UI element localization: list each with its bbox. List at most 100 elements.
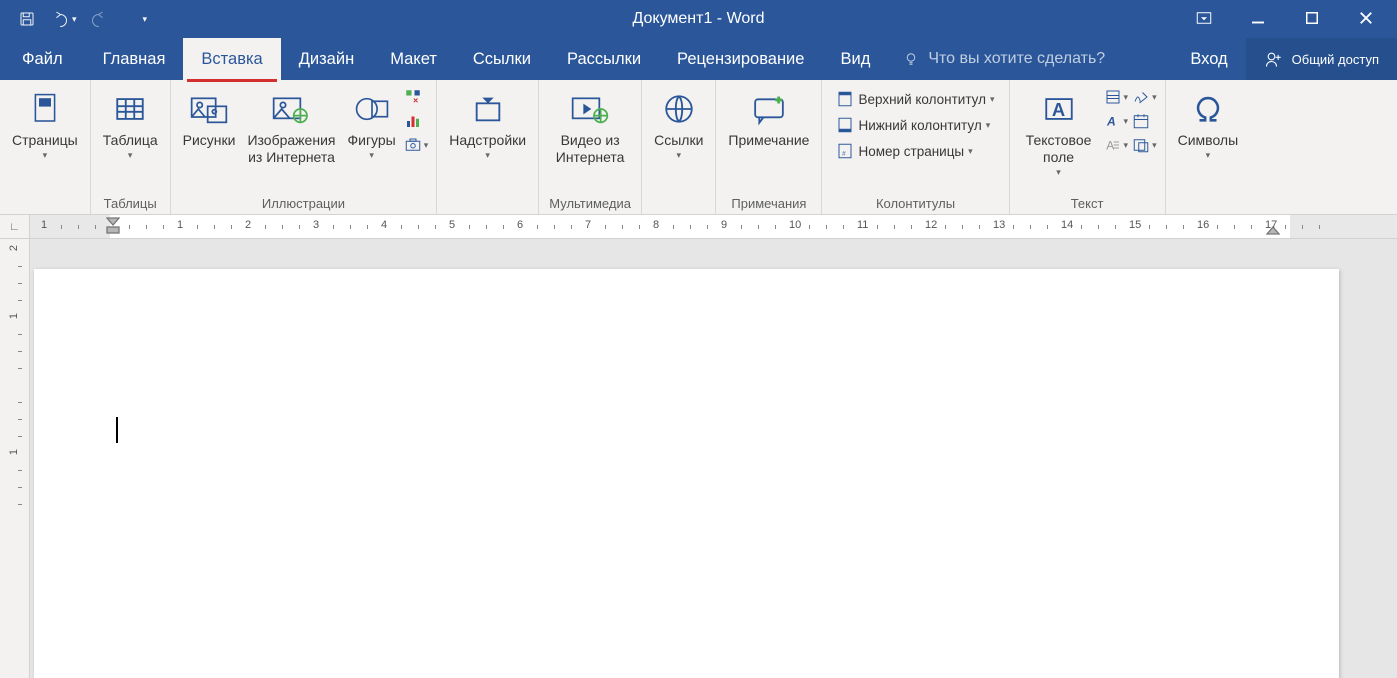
textbox-icon: A: [1042, 88, 1076, 130]
horizontal-ruler-bar: ∟ 11234567891011121314151617: [0, 215, 1397, 239]
share-icon: [1264, 49, 1284, 69]
link-icon: [662, 88, 696, 130]
header-icon: [836, 90, 854, 108]
wordart-button[interactable]: A▾: [1104, 112, 1129, 130]
tab-home[interactable]: Главная: [85, 38, 184, 80]
group-comments: Примечание Примечания: [716, 80, 822, 214]
smartart-button[interactable]: [404, 88, 429, 106]
online-pictures-icon: [271, 88, 311, 130]
group-label: Колонтитулы: [876, 192, 955, 214]
svg-text:A: A: [1106, 115, 1116, 129]
horizontal-ruler[interactable]: 11234567891011121314151617: [30, 215, 1397, 238]
share-label: Общий доступ: [1292, 52, 1379, 67]
qat-customize[interactable]: ▾: [143, 13, 148, 25]
tab-references[interactable]: Ссылки: [455, 38, 549, 80]
group-symbols: Символы▾: [1166, 80, 1251, 214]
undo-button[interactable]: ▾: [50, 10, 77, 28]
datetime-button[interactable]: [1132, 112, 1157, 130]
screenshot-button[interactable]: ▾: [404, 136, 429, 154]
signin-button[interactable]: Вход: [1172, 38, 1245, 80]
maximize-button[interactable]: [1303, 9, 1321, 30]
group-pages: Страницы▾: [0, 80, 91, 214]
links-button[interactable]: Ссылки▾: [648, 84, 709, 161]
tab-insert[interactable]: Вставка: [183, 38, 280, 80]
group-media: Видео из Интернета Мультимедиа: [539, 80, 642, 214]
header-button[interactable]: Верхний колонтитул▾: [832, 88, 998, 110]
online-pictures-button[interactable]: Изображения из Интернета: [241, 84, 341, 166]
window-controls: [1195, 9, 1397, 30]
pagenumber-icon: #: [836, 142, 854, 160]
page-icon: [30, 88, 60, 130]
tell-me-placeholder: Что вы хотите сделать?: [928, 50, 1105, 68]
group-label: [677, 192, 681, 214]
save-button[interactable]: [18, 10, 36, 28]
tab-layout[interactable]: Макет: [372, 38, 455, 80]
quick-parts-button[interactable]: ▾: [1104, 88, 1129, 106]
lightbulb-icon: [902, 50, 920, 68]
omega-icon: [1191, 88, 1225, 130]
chart-button[interactable]: [404, 112, 429, 130]
document-area: 211: [0, 239, 1397, 678]
page-number-button[interactable]: #Номер страницы▾: [832, 140, 998, 162]
group-label: [1206, 192, 1210, 214]
group-text: A Текстовое поле▾ ▾ A▾ A▾ ▾ ▾ Текст: [1010, 80, 1166, 214]
group-header-footer: Верхний колонтитул▾ Нижний колонтитул▾ #…: [822, 80, 1009, 214]
footer-button[interactable]: Нижний колонтитул▾: [832, 114, 998, 136]
vertical-ruler[interactable]: 211: [0, 239, 30, 678]
shapes-button[interactable]: Фигуры▾: [341, 84, 401, 161]
group-label: [43, 192, 47, 214]
tab-review[interactable]: Рецензирование: [659, 38, 822, 80]
ribbon-display-button[interactable]: [1195, 9, 1213, 30]
share-button[interactable]: Общий доступ: [1246, 38, 1397, 80]
comment-button[interactable]: Примечание: [722, 84, 815, 149]
tell-me-search[interactable]: Что вы хотите сделать?: [888, 38, 1119, 80]
group-label: Примечания: [731, 192, 806, 214]
ruler-corner: ∟: [0, 215, 30, 238]
group-addins: Надстройки▾: [437, 80, 539, 214]
menu-bar: Файл Главная Вставка Дизайн Макет Ссылки…: [0, 38, 1397, 80]
group-label: Иллюстрации: [262, 192, 345, 214]
group-illustrations: Рисунки Изображения из Интернета Фигуры▾…: [171, 80, 438, 214]
group-label: [486, 192, 490, 214]
table-button[interactable]: Таблица▾: [97, 84, 164, 161]
svg-text:A: A: [1106, 139, 1114, 153]
tab-view[interactable]: Вид: [822, 38, 888, 80]
shapes-icon: [354, 88, 390, 130]
first-line-indent[interactable]: [106, 217, 120, 235]
signature-button[interactable]: ▾: [1132, 88, 1157, 106]
minimize-button[interactable]: [1249, 9, 1267, 30]
drop-cap-button[interactable]: A▾: [1104, 136, 1129, 154]
tab-mailings[interactable]: Рассылки: [549, 38, 659, 80]
group-tables: Таблица▾ Таблицы: [91, 80, 171, 214]
tab-design[interactable]: Дизайн: [281, 38, 372, 80]
textbox-button[interactable]: A Текстовое поле▾: [1016, 84, 1102, 177]
ribbon: Страницы▾ Таблица▾ Таблицы Рисунки Изобр…: [0, 80, 1397, 215]
document-page[interactable]: [34, 269, 1339, 678]
object-button[interactable]: ▾: [1132, 136, 1157, 154]
text-cursor: [116, 417, 118, 443]
tab-file[interactable]: Файл: [0, 38, 85, 80]
close-button[interactable]: [1357, 9, 1375, 30]
online-video-button[interactable]: Видео из Интернета: [545, 84, 635, 166]
quick-access-toolbar: ▾ ▾: [0, 10, 147, 28]
pages-button[interactable]: Страницы▾: [6, 84, 84, 161]
redo-button[interactable]: [91, 10, 109, 28]
group-label: Таблицы: [104, 192, 157, 214]
symbols-button[interactable]: Символы▾: [1172, 84, 1245, 161]
title-bar: ▾ ▾ Документ1 - Word: [0, 0, 1397, 38]
pictures-icon: [189, 88, 229, 130]
pictures-button[interactable]: Рисунки: [177, 84, 242, 149]
footer-icon: [836, 116, 854, 134]
svg-text:#: #: [842, 151, 846, 158]
video-icon: [570, 88, 610, 130]
addins-button[interactable]: Надстройки▾: [443, 84, 532, 161]
table-icon: [113, 88, 147, 130]
svg-text:A: A: [1051, 99, 1064, 120]
window-title: Документ1 - Word: [632, 10, 764, 28]
comment-icon: [751, 88, 787, 130]
group-label: Текст: [1071, 192, 1104, 214]
group-links: Ссылки▾: [642, 80, 716, 214]
addins-icon: [471, 88, 505, 130]
group-label: Мультимедиа: [549, 192, 631, 214]
page-viewport[interactable]: [30, 239, 1397, 678]
